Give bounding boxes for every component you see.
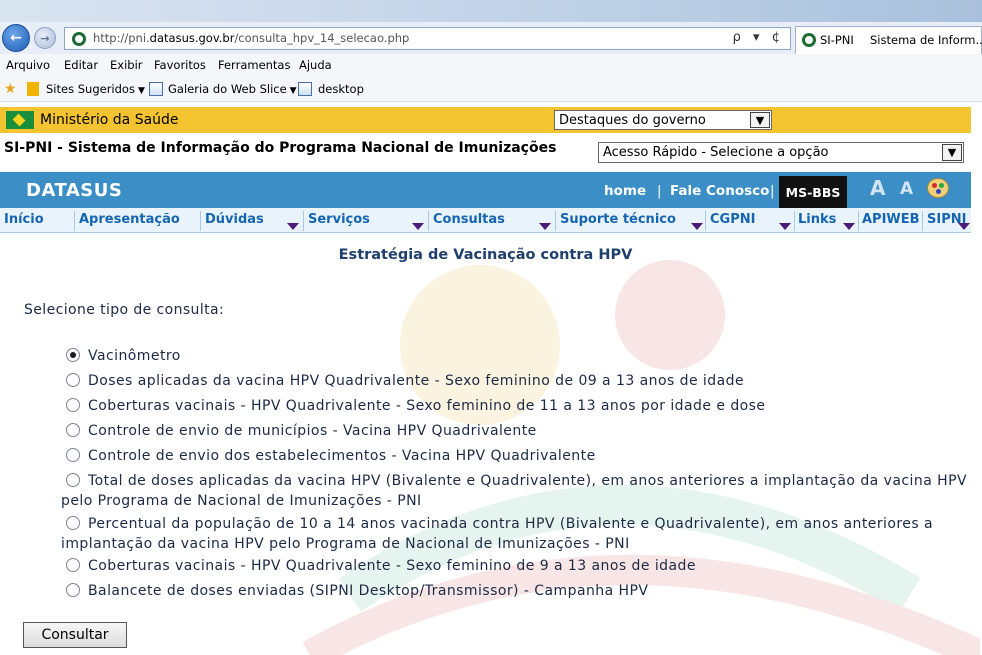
option-total-doses-anteriores[interactable]: Total de doses aplicadas da vacina HPV (…	[61, 471, 976, 511]
fav-sites-sugeridos[interactable]: Sites Sugeridos ▼	[46, 82, 145, 96]
menu-favoritos[interactable]: Favoritos	[154, 58, 206, 72]
address-bar[interactable]: http://pni.datasus.gov.br/consulta_hpv_1…	[64, 27, 791, 50]
nav-cgpni[interactable]: CGPNI	[710, 208, 755, 233]
link-separator: |	[657, 183, 662, 199]
gov-select-value: Destaques do governo	[559, 113, 706, 128]
nav-links[interactable]: Links	[798, 208, 836, 233]
dropdown-triangle-icon	[958, 223, 970, 230]
page-heading: Estratégia de Vacinação contra HPV	[338, 247, 633, 263]
menu-editar[interactable]: Editar	[64, 58, 98, 72]
back-arrow-icon: ←	[10, 30, 22, 46]
gov-highlights-select[interactable]: Destaques do governo ▼	[554, 110, 772, 130]
radio-button[interactable]	[66, 448, 80, 462]
nav-divider	[74, 211, 75, 231]
quick-access-value: Acesso Rápido - Selecione a opção	[603, 145, 829, 160]
nav-apresentacao[interactable]: Apresentação	[79, 208, 180, 233]
chevron-down-icon: ▼	[289, 86, 297, 96]
option-doses-aplicadas[interactable]: Doses aplicadas da vacina HPV Quadrivale…	[61, 371, 976, 391]
menu-arquivo[interactable]: Arquivo	[6, 58, 50, 72]
font-increase-icon[interactable]: A	[870, 176, 885, 200]
web-slice-icon	[149, 82, 163, 96]
dropdown-triangle-icon	[843, 223, 855, 230]
radio-button[interactable]	[66, 373, 80, 387]
option-controle-estabelecimentos[interactable]: Controle de envio dos estabelecimentos -…	[61, 446, 976, 466]
tab-favicon-icon	[802, 33, 816, 47]
menu-ajuda[interactable]: Ajuda	[299, 58, 332, 72]
dropdown-triangle-icon	[779, 223, 791, 230]
search-refresh-icon[interactable]: ρ ▾ ¢	[733, 30, 784, 45]
ministry-title[interactable]: Ministério da Saúde	[40, 112, 179, 128]
menu-exibir[interactable]: Exibir	[110, 58, 143, 72]
nav-divider	[794, 211, 795, 231]
ms-bbs-link[interactable]: MS-BBS	[779, 176, 847, 208]
tab-label: SI-PNI	[820, 33, 854, 47]
nav-divider	[555, 211, 556, 231]
favorites-star-icon[interactable]: ★	[4, 81, 17, 97]
dropdown-triangle-icon	[691, 223, 703, 230]
window-titlebar	[0, 0, 982, 22]
nav-divider	[200, 211, 201, 231]
radio-button[interactable]	[66, 348, 80, 362]
home-link[interactable]: home	[604, 183, 646, 199]
brazil-flag-icon	[6, 111, 34, 129]
option-vacinometro[interactable]: Vacinômetro	[61, 346, 976, 366]
contact-link[interactable]: Fale Conosco	[670, 183, 769, 199]
back-button[interactable]: ←	[2, 24, 30, 52]
option-coberturas-11-13[interactable]: Coberturas vacinais - HPV Quadrivalente …	[61, 396, 976, 416]
nav-servicos[interactable]: Serviços	[308, 208, 370, 233]
browser-tab[interactable]: SI-PNI Sistema de Inform...	[795, 26, 982, 54]
dropdown-triangle-icon	[539, 223, 551, 230]
nav-suporte[interactable]: Suporte técnico	[560, 208, 676, 233]
datasus-logo[interactable]: DATASUS	[26, 180, 122, 201]
radio-button[interactable]	[66, 558, 80, 572]
link-separator: |	[770, 183, 775, 199]
desktop-page-icon	[298, 82, 312, 96]
forward-arrow-icon: →	[40, 31, 50, 45]
fav-web-slice[interactable]: Galeria do Web Slice ▼	[168, 82, 297, 96]
nav-consultas[interactable]: Consultas	[433, 208, 505, 233]
quick-access-select[interactable]: Acesso Rápido - Selecione a opção ▼	[598, 142, 964, 163]
radio-button[interactable]	[66, 473, 80, 487]
menu-ferramentas[interactable]: Ferramentas	[218, 58, 290, 72]
chevron-down-icon: ▼	[137, 86, 145, 96]
nav-inicio[interactable]: Início	[4, 208, 44, 233]
menu-bar: Arquivo Editar Exibir Favoritos Ferramen…	[0, 54, 982, 76]
fav-desktop[interactable]: desktop	[318, 82, 364, 96]
site-favicon-icon	[72, 32, 86, 46]
radio-button[interactable]	[66, 516, 80, 530]
bing-icon	[27, 82, 39, 96]
nav-divider	[858, 211, 859, 231]
query-type-prompt: Selecione tipo de consulta:	[24, 302, 225, 318]
nav-divider	[705, 211, 706, 231]
radio-button[interactable]	[66, 583, 80, 597]
option-controle-municipios[interactable]: Controle de envio de municípios - Vacina…	[61, 421, 976, 441]
nav-duvidas[interactable]: Dúvidas	[205, 208, 264, 233]
system-title: SI-PNI - Sistema de Informação do Progra…	[4, 140, 557, 156]
radio-button[interactable]	[66, 398, 80, 412]
nav-divider	[922, 211, 923, 231]
option-coberturas-9-13[interactable]: Coberturas vacinais - HPV Quadrivalente …	[61, 556, 976, 576]
favorites-bar: ★ Sites Sugeridos ▼ Galeria do Web Slice ▼…	[0, 76, 982, 102]
nav-apiweb[interactable]: APIWEB	[862, 208, 920, 233]
chevron-down-icon: ▼	[942, 144, 962, 161]
chevron-down-icon: ▼	[750, 112, 770, 128]
forward-button[interactable]: →	[34, 27, 56, 49]
tab-title: Sistema de Inform...	[870, 33, 982, 47]
dropdown-triangle-icon	[412, 223, 424, 230]
dropdown-triangle-icon	[287, 223, 299, 230]
nav-divider	[428, 211, 429, 231]
radio-button[interactable]	[66, 423, 80, 437]
palette-icon[interactable]	[927, 178, 949, 198]
option-percentual-populacao[interactable]: Percentual da população de 10 a 14 anos …	[61, 514, 976, 554]
font-decrease-icon[interactable]: A	[900, 179, 913, 199]
consultar-button[interactable]: Consultar	[23, 622, 127, 648]
url-text: http://pni.datasus.gov.br/consulta_hpv_1…	[93, 31, 410, 45]
nav-divider	[303, 211, 304, 231]
option-balancete[interactable]: Balancete de doses enviadas (SIPNI Deskt…	[61, 581, 976, 601]
